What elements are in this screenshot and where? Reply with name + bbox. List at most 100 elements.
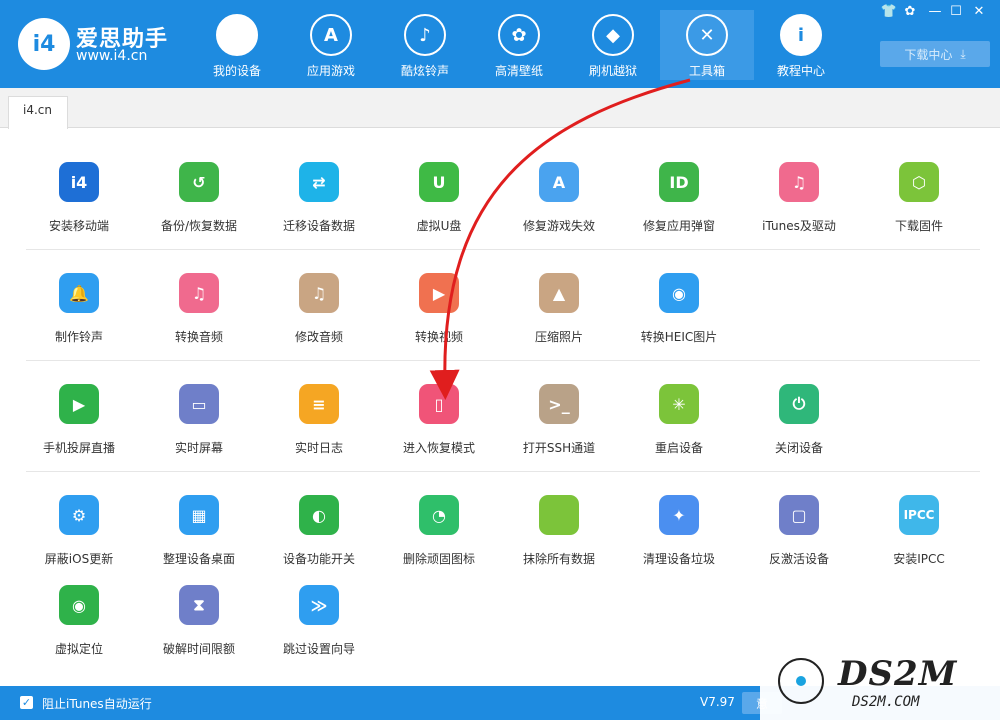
apple-icon <box>216 14 258 56</box>
nav-label: 我的设备 <box>212 64 261 78</box>
tool-skip-setup[interactable]: ≫ 跳过设置向导 <box>259 583 379 683</box>
tool-label: 反激活设备 <box>768 552 829 566</box>
tool-box[interactable]: ⬡ 下载固件 <box>859 160 979 260</box>
nav-item-info[interactable]: i 教程中心 <box>754 10 848 80</box>
bell-icon: ♪ <box>404 14 446 56</box>
tool-heic[interactable]: ◉ 转换HEIC图片 <box>619 271 739 371</box>
location-icon: ◉ <box>59 585 99 625</box>
tool-recovery-mode[interactable]: ▯ 进入恢复模式 <box>379 382 499 482</box>
minimize-button[interactable]: — <box>926 2 944 20</box>
photo-icon: ▲ <box>539 273 579 313</box>
tool-hourglass[interactable]: ⧗ 破解时间限额 <box>139 583 259 683</box>
tool-label: 关闭设备 <box>774 441 823 455</box>
tool-power[interactable]: ⏻ 关闭设备 <box>739 382 859 482</box>
tool-toggle[interactable]: ◐ 设备功能开关 <box>259 493 379 593</box>
tool-grid[interactable]: ▦ 整理设备桌面 <box>139 493 259 593</box>
tools-icon: ✕ <box>686 14 728 56</box>
tool-screen-cast[interactable]: ▶ 手机投屏直播 <box>19 382 139 482</box>
screen-cast-icon: ▶ <box>59 384 99 424</box>
i4-assistant-window: i4 爱思助手 www.i4.cn 我的设备 A 应用游戏 ♪ 酷炫铃声 ✿ 高清壁纸 ◆ 刷机… <box>0 0 1000 720</box>
tool-ipcc[interactable]: IPCC 安装IPCC <box>859 493 979 593</box>
tool-label: 跳过设置向导 <box>282 642 355 656</box>
dropbox-icon: ◆ <box>592 14 634 56</box>
watermark: DS2M DS2M.COM <box>760 650 1000 720</box>
tool-music[interactable]: ♫ 转换音频 <box>139 271 259 371</box>
tool-play[interactable]: ▶ 转换视频 <box>379 271 499 371</box>
row-divider <box>26 471 980 472</box>
tool-label: 实时屏幕 <box>174 441 223 455</box>
tool-label: 抹除所有数据 <box>522 552 595 566</box>
music-edit-icon: ♫ <box>299 273 339 313</box>
download-center-button[interactable]: 下载中心 ⤓ <box>880 41 990 67</box>
tool-itunes[interactable]: ♫ iTunes及驱动 <box>739 160 859 260</box>
tool-backup-clock[interactable]: ↺ 备份/恢复数据 <box>139 160 259 260</box>
tool-tablet[interactable]: ▢ 反激活设备 <box>739 493 859 593</box>
tool-label: 进入恢复模式 <box>402 441 475 455</box>
tool-label: 修改音频 <box>294 330 343 344</box>
close-button[interactable]: ✕ <box>970 2 988 20</box>
tool-label: 修复应用弹窗 <box>642 219 715 233</box>
ssh-terminal-icon: >_ <box>539 384 579 424</box>
tool-monitor[interactable]: ▭ 实时屏幕 <box>139 382 259 482</box>
watermark-url: DS2M.COM <box>852 694 920 710</box>
skip-setup-icon: ≫ <box>299 585 339 625</box>
box-icon: ⬡ <box>899 162 939 202</box>
tool-migrate[interactable]: ⇄ 迁移设备数据 <box>259 160 379 260</box>
nav-item-flower[interactable]: ✿ 高清壁纸 <box>472 10 566 80</box>
tool-label: 清理设备垃圾 <box>642 552 715 566</box>
nav-label: 应用游戏 <box>306 64 355 78</box>
backup-clock-icon: ↺ <box>179 162 219 202</box>
tool-i4[interactable]: i4 安装移动端 <box>19 160 139 260</box>
row-divider <box>26 360 980 361</box>
tool-music-edit[interactable]: ♫ 修改音频 <box>259 271 379 371</box>
hourglass-icon: ⧗ <box>179 585 219 625</box>
nav-label: 刷机越狱 <box>588 64 637 78</box>
nav-item-bell[interactable]: ♪ 酷炫铃声 <box>378 10 472 80</box>
bell-plus-icon: 🔔 <box>59 273 99 313</box>
restart-icon: ✳ <box>659 384 699 424</box>
tool-log[interactable]: ≡ 实时日志 <box>259 382 379 482</box>
tool-broom[interactable]: ✦ 清理设备垃圾 <box>619 493 739 593</box>
tool-pie[interactable]: ◔ 删除顽固图标 <box>379 493 499 593</box>
skin-icon[interactable]: 👕 <box>880 2 898 20</box>
settings-icon[interactable]: ✿ <box>901 2 919 20</box>
tool-label: 制作铃声 <box>54 330 103 344</box>
tool-label: 整理设备桌面 <box>162 552 235 566</box>
tool-label: 手机投屏直播 <box>42 441 115 455</box>
tool-photo[interactable]: ▲ 压缩照片 <box>499 271 619 371</box>
tool-bell-plus[interactable]: 🔔 制作铃声 <box>19 271 139 371</box>
music-icon: ♫ <box>179 273 219 313</box>
play-icon: ▶ <box>419 273 459 313</box>
tool-label: 破解时间限额 <box>162 642 235 656</box>
tool-apple-id[interactable]: ID 修复应用弹窗 <box>619 160 739 260</box>
block-itunes-checkbox[interactable]: ✓ <box>20 696 33 709</box>
tool-block-update[interactable]: ⚙ 屏蔽iOS更新 <box>19 493 139 593</box>
nav-item-tools[interactable]: ✕ 工具箱 <box>660 10 754 80</box>
brand-url: www.i4.cn <box>76 48 148 64</box>
tool-usb[interactable]: U 虚拟U盘 <box>379 160 499 260</box>
tool-label: 重启设备 <box>654 441 703 455</box>
tool-label: 转换视频 <box>414 330 463 344</box>
header-bar: i4 爱思助手 www.i4.cn 我的设备 A 应用游戏 ♪ 酷炫铃声 ✿ 高清壁纸 ◆ 刷机… <box>0 0 1000 88</box>
tool-label: 虚拟U盘 <box>416 219 462 233</box>
migrate-icon: ⇄ <box>299 162 339 202</box>
tool-appstore-fix[interactable]: A 修复游戏失效 <box>499 160 619 260</box>
apple-erase-icon <box>539 495 579 535</box>
maximize-button[interactable]: ☐ <box>947 2 965 20</box>
nav-item-apple[interactable]: 我的设备 <box>190 10 284 80</box>
monitor-icon: ▭ <box>179 384 219 424</box>
tab-i4cn[interactable]: i4.cn <box>8 96 68 129</box>
tool-label: 迁移设备数据 <box>282 219 355 233</box>
nav-item-dropbox[interactable]: ◆ 刷机越狱 <box>566 10 660 80</box>
tool-apple-erase[interactable]: 抹除所有数据 <box>499 493 619 593</box>
tool-restart[interactable]: ✳ 重启设备 <box>619 382 739 482</box>
block-itunes-label[interactable]: 阻止iTunes自动运行 <box>42 695 152 712</box>
tool-ssh-terminal[interactable]: >_ 打开SSH通道 <box>499 382 619 482</box>
power-icon: ⏻ <box>779 384 819 424</box>
itunes-icon: ♫ <box>779 162 819 202</box>
tool-location[interactable]: ◉ 虚拟定位 <box>19 583 139 683</box>
tool-label: 屏蔽iOS更新 <box>44 552 114 566</box>
nav-item-appstore[interactable]: A 应用游戏 <box>284 10 378 80</box>
info-icon: i <box>780 14 822 56</box>
tool-label: 下载固件 <box>894 219 943 233</box>
